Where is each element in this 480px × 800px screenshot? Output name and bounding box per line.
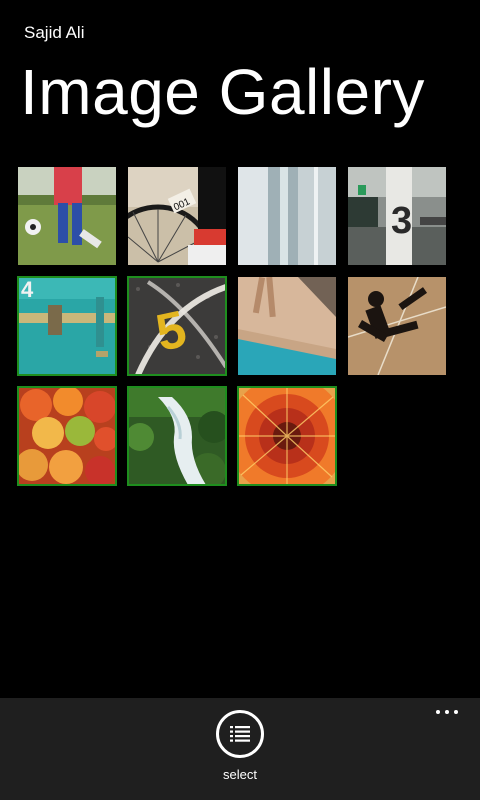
select-button[interactable] [216,710,264,758]
dot [454,710,458,714]
waterfall-stream-image[interactable] [127,386,227,486]
select-list-icon [230,726,250,742]
flower-macro-image[interactable] [237,386,337,486]
app-name: Sajid Ali [24,23,85,42]
svg-text:3: 3 [391,200,412,242]
soccer-player-image[interactable] [18,167,116,265]
bicycle-wheel-001-image[interactable]: 001 [128,167,226,265]
asphalt-number-5-image[interactable]: 5 [127,276,227,376]
teal-door-4-image[interactable]: 4 [17,276,117,376]
select-label: select [223,767,257,782]
app-bar: select [0,698,480,800]
page-title: Image Gallery [20,56,425,128]
dot [436,710,440,714]
pool-edge-image[interactable] [238,277,336,375]
image-grid: 001 3 4 5 [17,167,448,486]
shadow-jumper-image[interactable] [348,277,446,375]
more-dots-icon[interactable] [436,700,458,724]
fruit-pile-image[interactable] [17,386,117,486]
dot [445,710,449,714]
svg-text:4: 4 [21,277,34,302]
pillar-number-3-image[interactable]: 3 [348,167,446,265]
glass-building-image[interactable] [238,167,336,265]
